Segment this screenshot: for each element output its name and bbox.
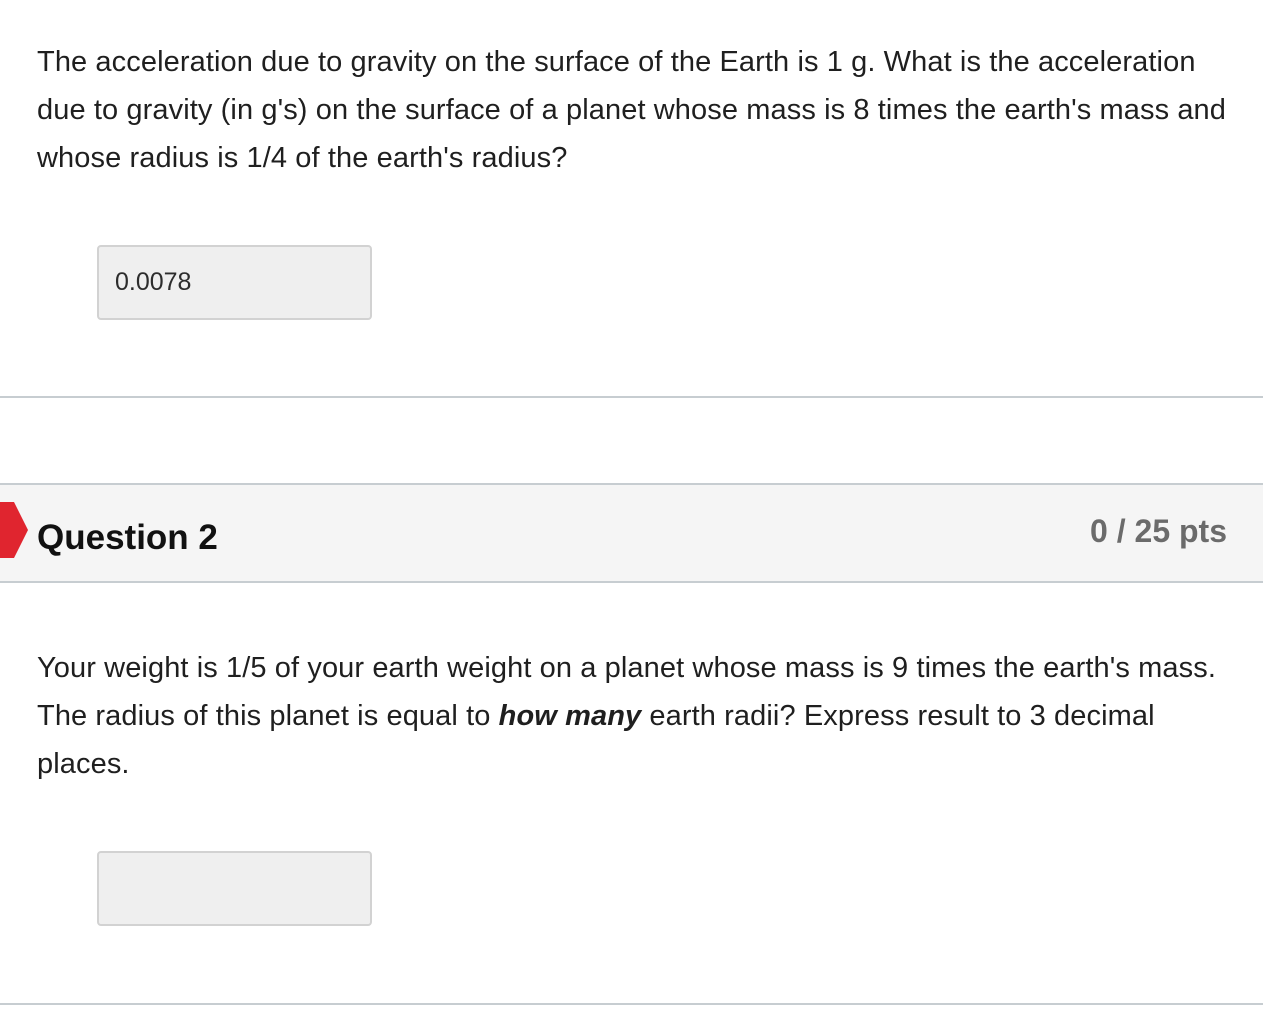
question-2-answer-input[interactable] <box>97 851 372 926</box>
question-divider <box>0 396 1263 398</box>
question-divider <box>0 1003 1263 1005</box>
question-2-text: Your weight is 1/5 of your earth weight … <box>37 644 1237 788</box>
incorrect-flag-icon <box>0 502 28 558</box>
question-1-answer-input[interactable] <box>97 245 372 320</box>
question-2-points: 0 / 25 pts <box>1090 513 1227 549</box>
question-2-title: Question 2 <box>37 518 218 557</box>
question-2-header: Question 2 0 / 25 pts <box>0 483 1263 583</box>
question-2-text-emphasis: how many <box>498 700 642 732</box>
question-1-text: The acceleration due to gravity on the s… <box>37 46 1227 174</box>
